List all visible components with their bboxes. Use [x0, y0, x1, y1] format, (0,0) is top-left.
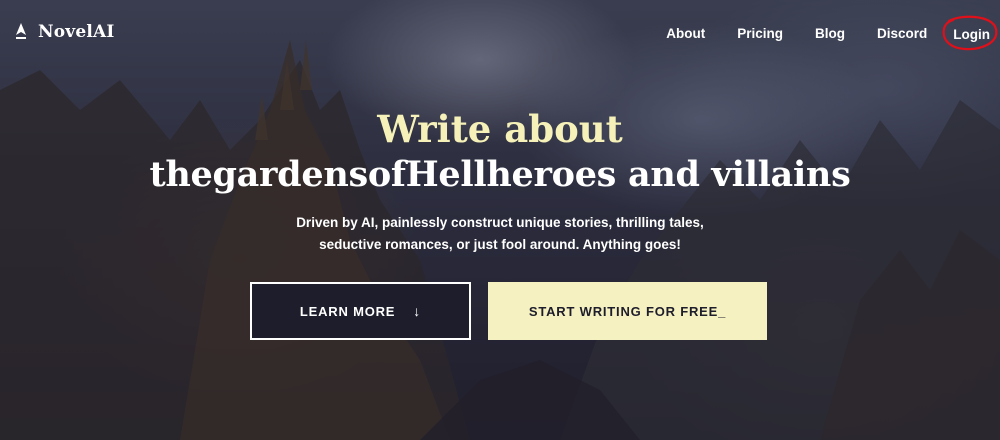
quill-icon: [16, 23, 26, 39]
hero-title-line1: Write about: [377, 107, 623, 151]
learn-more-label: LEARN MORE: [299, 303, 396, 319]
nav-blog-link[interactable]: Blog: [815, 26, 845, 41]
nav-about-link[interactable]: About: [666, 26, 705, 41]
nav-discord-link[interactable]: Discord: [877, 26, 927, 41]
nav-login-link[interactable]: Login: [953, 27, 990, 42]
start-writing-button[interactable]: START WRITING FOR FREE_: [488, 282, 767, 340]
top-nav: About Pricing Blog Discord Login: [666, 15, 998, 51]
hero-section: Write about thegardensofHellheroes and v…: [0, 106, 1000, 256]
nav-pricing-link[interactable]: Pricing: [737, 26, 783, 41]
hero-title-line2: thegardensofHellheroes and villains: [149, 154, 851, 195]
hero-subtitle: Driven by AI, painlessly construct uniqu…: [0, 212, 1000, 256]
logo[interactable]: NovelAI: [14, 22, 115, 42]
landing-page: NovelAI About Pricing Blog Discord Login…: [0, 0, 1000, 440]
learn-more-button[interactable]: LEARN MORE ↓: [250, 282, 471, 340]
arrow-down-icon: ↓: [413, 303, 422, 319]
start-writing-label: START WRITING FOR FREE_: [528, 303, 727, 319]
login-wrap: Login: [942, 15, 998, 51]
hero-subtitle-line1: Driven by AI, painlessly construct uniqu…: [296, 215, 704, 230]
hero-subtitle-line2: seductive romances, or just fool around.…: [319, 237, 681, 252]
logo-text: NovelAI: [38, 22, 115, 42]
